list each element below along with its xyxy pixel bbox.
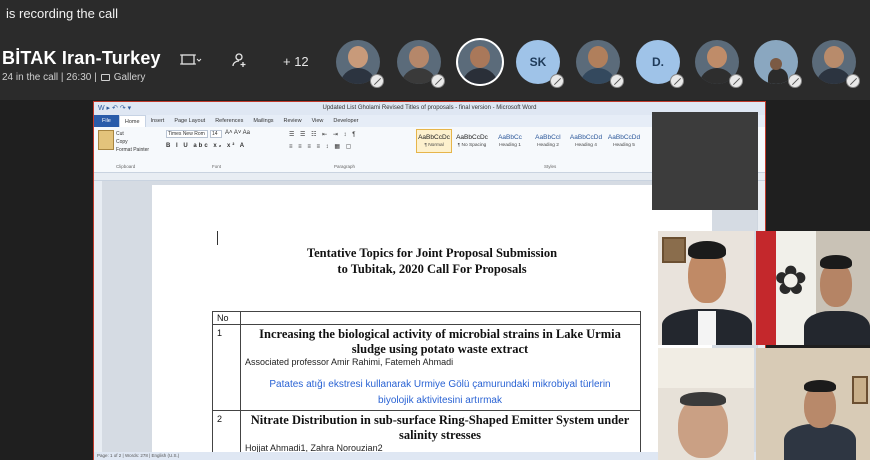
style-heading-5[interactable]: AaBbCcDd Heading 5 xyxy=(606,129,642,153)
font-format-buttons[interactable]: B I U abc x₂ x² A xyxy=(166,143,246,149)
participant-body xyxy=(804,311,870,345)
video-tile[interactable] xyxy=(658,231,754,345)
clipboard-commands: Cut Copy Format Painter xyxy=(116,130,149,154)
list-buttons[interactable]: ☰ ☰ ☷ ⇤ ⇥ ↕ ¶ xyxy=(289,131,357,138)
row-number: 2 xyxy=(217,414,223,424)
vertical-ruler[interactable] xyxy=(94,181,102,452)
mic-off-icon xyxy=(846,74,860,88)
tab-home[interactable]: Home xyxy=(118,115,146,127)
row-title-line-2: salinity stresses xyxy=(398,428,482,442)
row-title-line-2: sludge using potato waste extract xyxy=(351,342,529,356)
tab-review[interactable]: Review xyxy=(279,118,307,124)
group-label-styles: Styles xyxy=(544,164,557,169)
tab-file[interactable]: File xyxy=(94,115,119,127)
style-no-spacing[interactable]: AaBbCcDc ¶ No Spacing xyxy=(454,129,490,153)
participant-avatar[interactable] xyxy=(458,40,502,84)
table-border xyxy=(212,311,213,453)
row-number: 1 xyxy=(217,328,223,338)
font-name-select[interactable]: Times New Rom xyxy=(166,130,208,138)
cut-button[interactable]: Cut xyxy=(116,130,149,138)
mic-off-icon xyxy=(610,74,624,88)
participant-hair xyxy=(680,392,726,406)
style-normal[interactable]: AaBbCcDc ¶ Normal xyxy=(416,129,452,153)
video-tile[interactable] xyxy=(658,348,754,460)
mic-off-icon xyxy=(670,74,684,88)
row-title-line-1: Increasing the biological activity of mi… xyxy=(259,327,621,341)
quick-access-toolbar[interactable]: W ▸ ↶ ↷ ▾ xyxy=(98,102,131,115)
tab-view[interactable]: View xyxy=(307,118,329,124)
group-label-paragraph: Paragraph xyxy=(334,164,356,169)
more-participants-count[interactable]: + 12 xyxy=(283,54,309,69)
tab-insert[interactable]: Insert xyxy=(146,118,170,124)
participant-hair xyxy=(820,255,852,269)
layout-icon[interactable] xyxy=(180,52,202,68)
emblem-icon: ✿ xyxy=(774,259,808,303)
paste-icon[interactable] xyxy=(98,130,114,150)
avatar-initials: SK xyxy=(529,55,547,69)
avatar-initials: D. xyxy=(652,55,664,69)
table-border xyxy=(640,311,641,453)
text-cursor xyxy=(217,231,218,245)
tab-developer[interactable]: Developer xyxy=(328,118,363,124)
row-title-line-1: Nitrate Distribution in sub-surface Ring… xyxy=(250,413,630,427)
group-label-font: Font xyxy=(212,164,222,169)
row-authors: Associated professor Amir Rahimi, Fateme… xyxy=(245,357,454,367)
format-painter-button[interactable]: Format Painter xyxy=(116,146,149,154)
copy-button[interactable]: Copy xyxy=(116,138,149,146)
add-people-icon[interactable] xyxy=(232,52,248,68)
gallery-icon xyxy=(100,74,110,81)
wall-frame xyxy=(662,237,686,263)
participant-shirt xyxy=(698,311,716,345)
style-heading-2[interactable]: AaBbCcI Heading 2 xyxy=(530,129,566,153)
participant-hair xyxy=(804,380,836,392)
meeting-header: BİTAK Iran-Turkey 24 in the call | 26:30… xyxy=(0,28,870,100)
meeting-title: BİTAK Iran-Turkey xyxy=(2,48,161,68)
background-wall xyxy=(658,348,754,388)
recording-text: is recording the call xyxy=(6,6,118,21)
table-header-no: No xyxy=(217,313,229,323)
mic-off-icon xyxy=(550,74,564,88)
group-label-clipboard: Clipboard xyxy=(116,164,136,169)
video-tile[interactable] xyxy=(756,348,870,460)
recording-banner: is recording the call xyxy=(0,0,870,28)
grow-shrink-font-buttons[interactable]: A˄ A˅ Aa xyxy=(225,130,250,136)
meeting-meta: 24 in the call | 26:30 | Gallery xyxy=(2,72,145,83)
row-turkish-title-line-2: biyolojik aktivitesini artırmak xyxy=(378,395,502,406)
table-border xyxy=(212,324,640,325)
tab-page-layout[interactable]: Page Layout xyxy=(169,118,210,124)
mic-off-icon xyxy=(370,74,384,88)
video-tile[interactable]: ✿ xyxy=(756,231,870,345)
document-title-line-2: to Tubitak, 2020 Call For Proposals xyxy=(337,262,527,276)
alignment-buttons[interactable]: ≡ ≡ ≡ ≡ ↕ ▦ ▢ xyxy=(289,143,353,150)
flag xyxy=(756,231,776,345)
document-title-line-1: Tentative Topics for Joint Proposal Subm… xyxy=(306,246,558,260)
tab-references[interactable]: References xyxy=(210,118,248,124)
wall-frame xyxy=(852,376,868,404)
style-heading-4[interactable]: AaBbCcDd Heading 4 xyxy=(568,129,604,153)
table-border xyxy=(240,311,241,453)
document-page[interactable]: Tentative Topics for Joint Proposal Subm… xyxy=(152,185,712,453)
teams-meeting-window: is recording the call BİTAK Iran-Turkey … xyxy=(0,0,870,460)
tab-mailings[interactable]: Mailings xyxy=(248,118,278,124)
gallery-label[interactable]: Gallery xyxy=(114,72,146,83)
participant-body xyxy=(784,424,856,460)
table-border xyxy=(212,410,640,411)
shared-screen-overlay xyxy=(652,112,758,210)
mic-off-icon xyxy=(431,74,445,88)
participant-hair xyxy=(688,241,726,259)
style-heading-1[interactable]: AaBbCc Heading 1 xyxy=(492,129,528,153)
font-size-select[interactable]: 14 xyxy=(210,130,222,138)
table-border xyxy=(212,311,640,312)
word-window-title: Updated List Gholami Revised Titles of p… xyxy=(322,105,537,111)
mic-off-icon xyxy=(729,74,743,88)
row-turkish-title-line-1: Patates atığı ekstresi kullanarak Urmiye… xyxy=(269,379,611,390)
meeting-meta-text: 24 in the call | 26:30 | xyxy=(2,72,97,83)
mic-off-icon xyxy=(788,74,802,88)
